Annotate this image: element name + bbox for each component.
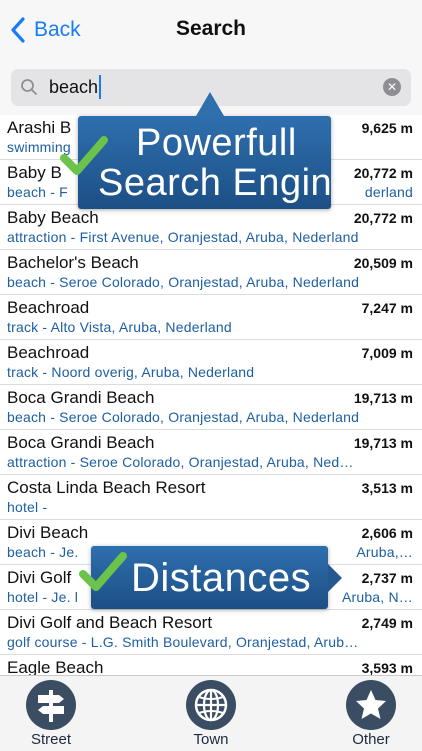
list-item[interactable]: Costa Linda Beach Resort 3,513 m hotel - [0,475,422,520]
list-item[interactable]: Divi Golf and Beach Resort 2,749 m golf … [0,610,422,655]
search-value: beach [49,74,102,99]
callout-pointer [328,564,342,592]
list-item[interactable]: Boca Grandi Beach 19,713 m attraction - … [0,430,422,475]
text-caret [99,74,102,99]
tab-label: Town [193,731,229,748]
list-item[interactable]: Beachroad 7,009 m track - Noord overig, … [0,340,422,385]
globe-icon [186,680,236,730]
tab-bar: Street Town Other [0,675,422,751]
clear-search-icon[interactable]: ✕ [383,78,401,96]
page-title: Search [175,17,247,40]
tab-label: Other [352,731,390,748]
tab-town[interactable]: Town [161,676,261,751]
star-icon [346,680,396,730]
list-item[interactable]: Baby Beach 20,772 m attraction - First A… [0,205,422,250]
search-icon [21,79,37,95]
list-item[interactable]: Boca Grandi Beach 19,713 m beach - Seroe… [0,385,422,430]
promo-line-1: Powerfull [136,122,297,164]
list-item[interactable]: Beachroad 7,247 m track - Alto Vista, Ar… [0,295,422,340]
list-item[interactable]: Bachelor's Beach 20,509 m beach - Seroe … [0,250,422,295]
promo-callout-search-engine: Powerfull Search Engine [60,92,353,209]
tab-street[interactable]: Street [1,676,101,751]
navigation-bar: Back Search [0,0,422,61]
signpost-icon [26,680,76,730]
promo-line-1: Distances [131,556,312,600]
checkmark-icon [79,552,127,591]
list-item[interactable]: Eagle Beach 3,593 m [0,655,422,675]
promo-callout-distances: Distances [79,546,342,609]
tab-label: Street [30,731,72,748]
tab-other[interactable]: Other [321,676,421,751]
promo-line-2: Search Engine [98,162,354,204]
callout-pointer [196,92,224,116]
